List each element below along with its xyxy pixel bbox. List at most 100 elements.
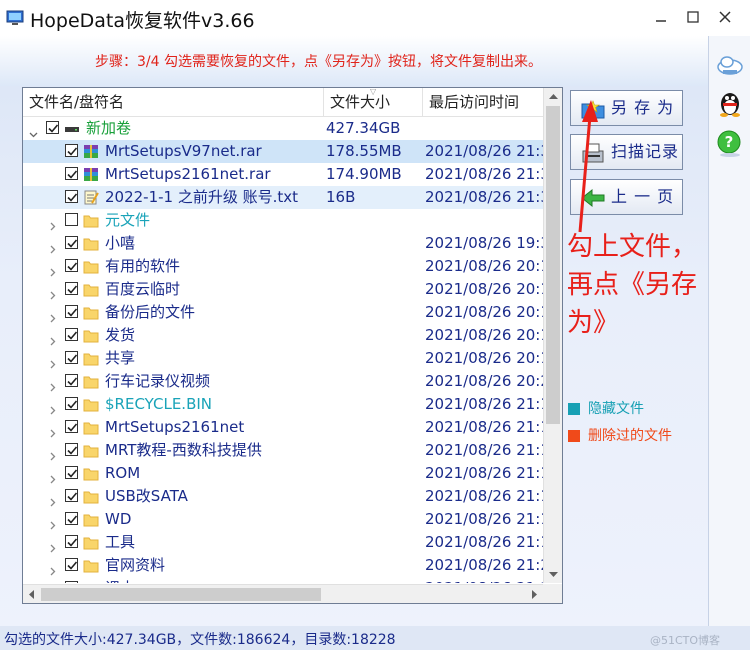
expand-chevron-icon[interactable] (48, 400, 56, 415)
column-header-name[interactable]: 文件名/盘符名 (23, 88, 324, 116)
row-size (326, 508, 423, 531)
row-name: $RECYCLE.BIN (105, 395, 213, 413)
row-checkbox[interactable] (65, 420, 78, 433)
expand-chevron-icon[interactable] (48, 446, 56, 461)
folder-icon (83, 468, 99, 481)
file-tree-panel[interactable]: 文件名/盘符名 文件大小 最后访问时间 ▽ 新加卷 427.34GB MrtSetu… (22, 87, 563, 604)
expand-chevron-icon[interactable] (48, 216, 56, 231)
scroll-right-icon[interactable] (526, 585, 543, 604)
svg-text:?: ? (725, 133, 734, 151)
tree-row[interactable]: MrtSetups2161net.rar 174.90MB 2021/08/26 2… (23, 163, 543, 186)
expand-chevron-icon[interactable] (48, 285, 56, 300)
tree-row[interactable]: USB改SATA 2021/08/26 21:16 (23, 485, 543, 508)
tree-row[interactable]: 备份后的文件 2021/08/26 20:16 (23, 301, 543, 324)
close-icon[interactable] (718, 10, 732, 24)
tree-row[interactable]: WD 2021/08/26 21:16 (23, 508, 543, 531)
scrollbar-corner (543, 584, 562, 603)
tree-row[interactable]: MRT教程-西数科技提供 2021/08/26 21:16 (23, 439, 543, 462)
row-time (425, 209, 543, 232)
row-size (326, 554, 423, 577)
scroll-down-icon[interactable] (544, 566, 563, 583)
scroll-left-icon[interactable] (23, 585, 40, 604)
expand-chevron-icon[interactable] (48, 469, 56, 484)
rar-archive-icon (84, 168, 98, 181)
row-time: 2021/08/26 21:26 (425, 577, 543, 583)
tree-row[interactable]: 课本 2021/08/26 21:26 (23, 577, 543, 583)
row-checkbox[interactable] (65, 351, 78, 364)
row-checkbox[interactable] (65, 144, 78, 157)
tree-row[interactable]: 2022-1-1 之前升级 账号.txt 16B 2021/08/26 21:36 (23, 186, 543, 209)
row-checkbox[interactable] (65, 535, 78, 548)
expand-chevron-icon[interactable] (48, 308, 56, 323)
tree-row[interactable]: ROM 2021/08/26 21:16 (23, 462, 543, 485)
row-checkbox[interactable] (65, 443, 78, 456)
status-bar: 勾选的文件大小:427.34GB，文件数:186624，目录数:18228 @5… (0, 626, 750, 650)
expand-chevron-icon[interactable] (48, 262, 56, 277)
tree-row[interactable]: 元文件 (23, 209, 543, 232)
row-checkbox[interactable] (65, 558, 78, 571)
row-checkbox[interactable] (65, 259, 78, 272)
maximize-icon[interactable] (686, 10, 700, 24)
row-checkbox[interactable] (46, 121, 59, 134)
expand-chevron-icon[interactable] (48, 423, 56, 438)
expand-chevron-icon[interactable] (48, 515, 56, 530)
row-checkbox[interactable] (65, 282, 78, 295)
row-checkbox[interactable] (65, 190, 78, 203)
row-time: 2021/08/26 20:16 (425, 303, 543, 321)
tree-row[interactable]: 官网资料 2021/08/26 21:26 (23, 554, 543, 577)
expand-chevron-icon[interactable] (48, 561, 56, 576)
row-checkbox[interactable] (65, 512, 78, 525)
legend-deleted-label: 删除过的文件 (588, 428, 672, 444)
horizontal-scroll-thumb[interactable] (41, 588, 321, 601)
row-checkbox[interactable] (65, 581, 78, 583)
tree-row[interactable]: 共享 2021/08/26 20:16 (23, 347, 543, 370)
tree-row[interactable]: MrtSetupsV97net.rar 178.55MB 2021/08/26 21… (23, 140, 543, 163)
row-checkbox[interactable] (65, 305, 78, 318)
row-time: 2021/08/26 21:36 (425, 165, 543, 183)
expand-chevron-icon[interactable] (48, 331, 56, 346)
horizontal-scrollbar[interactable] (23, 584, 543, 604)
row-time: 2021/08/26 21:16 (425, 418, 543, 436)
row-name: 共享 (105, 349, 136, 367)
row-checkbox[interactable] (65, 489, 78, 502)
row-checkbox[interactable] (65, 397, 78, 410)
cloud-icon[interactable] (715, 50, 745, 80)
row-checkbox[interactable] (65, 374, 78, 387)
expand-chevron-icon[interactable] (48, 354, 56, 369)
help-icon[interactable]: ? (715, 129, 745, 159)
row-checkbox[interactable] (65, 213, 78, 226)
tree-row[interactable]: 行车记录仪视频 2021/08/26 20:26 (23, 370, 543, 393)
row-checkbox[interactable] (65, 328, 78, 341)
tree-row[interactable]: 工具 2021/08/26 21:16 (23, 531, 543, 554)
folder-icon (83, 215, 99, 228)
row-size (326, 255, 423, 278)
tree-row[interactable]: $RECYCLE.BIN 2021/08/26 21:16 (23, 393, 543, 416)
annotation-text: 勾上文件，再点《另存为》 (567, 232, 698, 338)
folder-icon (83, 581, 99, 583)
qq-penguin-icon[interactable] (715, 88, 745, 118)
column-header-time[interactable]: 最后访问时间 (423, 88, 543, 116)
row-checkbox[interactable] (65, 236, 78, 249)
tree-row[interactable]: 小嘻 2021/08/26 19:39 (23, 232, 543, 255)
tree-row[interactable]: 新加卷 427.34GB (23, 117, 543, 140)
vertical-scroll-thumb[interactable] (546, 106, 560, 424)
window-title: HopeData恢复软件v3.66 (30, 10, 255, 32)
expand-chevron-icon[interactable] (48, 538, 56, 553)
expand-chevron-icon[interactable] (48, 239, 56, 254)
tree-row[interactable]: 发货 2021/08/26 20:16 (23, 324, 543, 347)
row-checkbox[interactable] (65, 167, 78, 180)
expand-chevron-icon[interactable] (48, 377, 56, 392)
tree-row[interactable]: 有用的软件 2021/08/26 20:16 (23, 255, 543, 278)
minimize-icon[interactable] (654, 10, 668, 24)
folder-icon (83, 376, 99, 389)
collapse-chevron-icon[interactable] (29, 124, 38, 138)
folder-icon (83, 422, 99, 435)
row-checkbox[interactable] (65, 466, 78, 479)
row-size (326, 439, 423, 462)
tree-row[interactable]: MrtSetups2161net 2021/08/26 21:16 (23, 416, 543, 439)
tree-row[interactable]: 百度云临时 2021/08/26 20:16 (23, 278, 543, 301)
sort-indicator-icon: ▽ (370, 87, 377, 96)
expand-chevron-icon[interactable] (48, 492, 56, 507)
